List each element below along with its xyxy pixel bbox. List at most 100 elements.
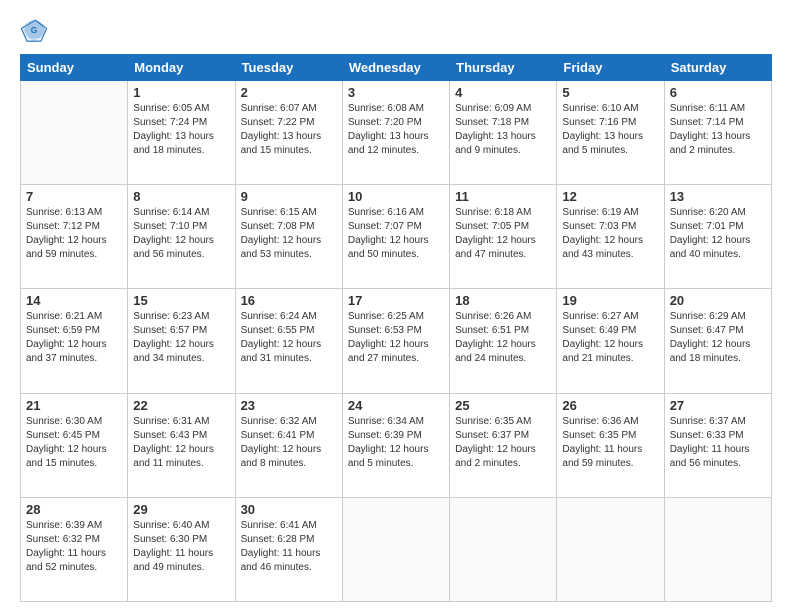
- day-info: Sunrise: 6:25 AMSunset: 6:53 PMDaylight:…: [348, 310, 444, 366]
- day-cell: 3 Sunrise: 6:08 AMSunset: 7:20 PMDaylight…: [342, 81, 449, 185]
- day-number: 17: [348, 293, 444, 308]
- day-cell: 9 Sunrise: 6:15 AMSunset: 7:08 PMDaylight…: [235, 185, 342, 289]
- day-cell: 18 Sunrise: 6:26 AMSunset: 6:51 PMDayligh…: [450, 289, 557, 393]
- day-cell: 17 Sunrise: 6:25 AMSunset: 6:53 PMDayligh…: [342, 289, 449, 393]
- weekday-header-row: SundayMondayTuesdayWednesdayThursdayFrid…: [21, 55, 772, 81]
- day-cell: 20 Sunrise: 6:29 AMSunset: 6:47 PMDayligh…: [664, 289, 771, 393]
- day-info: Sunrise: 6:36 AMSunset: 6:35 PMDaylight:…: [562, 415, 658, 471]
- day-number: 11: [455, 189, 551, 204]
- day-cell: [557, 497, 664, 601]
- day-cell: 5 Sunrise: 6:10 AMSunset: 7:16 PMDaylight…: [557, 81, 664, 185]
- day-cell: [21, 81, 128, 185]
- day-info: Sunrise: 6:10 AMSunset: 7:16 PMDaylight:…: [562, 102, 658, 158]
- header: G: [20, 16, 772, 44]
- day-info: Sunrise: 6:41 AMSunset: 6:28 PMDaylight:…: [241, 519, 337, 575]
- day-number: 23: [241, 398, 337, 413]
- day-info: Sunrise: 6:13 AMSunset: 7:12 PMDaylight:…: [26, 206, 122, 262]
- day-info: Sunrise: 6:11 AMSunset: 7:14 PMDaylight:…: [670, 102, 766, 158]
- day-info: Sunrise: 6:39 AMSunset: 6:32 PMDaylight:…: [26, 519, 122, 575]
- day-cell: 19 Sunrise: 6:27 AMSunset: 6:49 PMDayligh…: [557, 289, 664, 393]
- day-number: 5: [562, 85, 658, 100]
- day-cell: 6 Sunrise: 6:11 AMSunset: 7:14 PMDaylight…: [664, 81, 771, 185]
- calendar-table: SundayMondayTuesdayWednesdayThursdayFrid…: [20, 54, 772, 602]
- day-info: Sunrise: 6:15 AMSunset: 7:08 PMDaylight:…: [241, 206, 337, 262]
- weekday-header-saturday: Saturday: [664, 55, 771, 81]
- day-cell: 2 Sunrise: 6:07 AMSunset: 7:22 PMDaylight…: [235, 81, 342, 185]
- week-row-3: 21Sunrise: 6:30 AMSunset: 6:45 PMDayligh…: [21, 393, 772, 497]
- day-cell: 16Sunrise: 6:24 AMSunset: 6:55 PMDayligh…: [235, 289, 342, 393]
- day-info: Sunrise: 6:40 AMSunset: 6:30 PMDaylight:…: [133, 519, 229, 575]
- week-row-2: 14Sunrise: 6:21 AMSunset: 6:59 PMDayligh…: [21, 289, 772, 393]
- day-number: 27: [670, 398, 766, 413]
- day-info: Sunrise: 6:31 AMSunset: 6:43 PMDaylight:…: [133, 415, 229, 471]
- day-number: 9: [241, 189, 337, 204]
- day-info: Sunrise: 6:27 AMSunset: 6:49 PMDaylight:…: [562, 310, 658, 366]
- weekday-header-thursday: Thursday: [450, 55, 557, 81]
- weekday-header-friday: Friday: [557, 55, 664, 81]
- day-number: 21: [26, 398, 122, 413]
- day-info: Sunrise: 6:29 AMSunset: 6:47 PMDaylight:…: [670, 310, 766, 366]
- day-cell: 30 Sunrise: 6:41 AMSunset: 6:28 PMDayligh…: [235, 497, 342, 601]
- day-info: Sunrise: 6:05 AMSunset: 7:24 PMDaylight:…: [133, 102, 229, 158]
- day-info: Sunrise: 6:09 AMSunset: 7:18 PMDaylight:…: [455, 102, 551, 158]
- week-row-0: 1 Sunrise: 6:05 AMSunset: 7:24 PMDaylight…: [21, 81, 772, 185]
- day-cell: [450, 497, 557, 601]
- day-number: 20: [670, 293, 766, 308]
- day-info: Sunrise: 6:14 AMSunset: 7:10 PMDaylight:…: [133, 206, 229, 262]
- day-number: 28: [26, 502, 122, 517]
- day-cell: 12 Sunrise: 6:19 AMSunset: 7:03 PMDayligh…: [557, 185, 664, 289]
- weekday-header-sunday: Sunday: [21, 55, 128, 81]
- week-row-4: 28 Sunrise: 6:39 AMSunset: 6:32 PMDayligh…: [21, 497, 772, 601]
- logo: G: [20, 16, 52, 44]
- day-number: 12: [562, 189, 658, 204]
- page: G SundayMondayTuesdayWednesdayThursdayFr…: [0, 0, 792, 612]
- weekday-header-wednesday: Wednesday: [342, 55, 449, 81]
- day-number: 8: [133, 189, 229, 204]
- day-number: 19: [562, 293, 658, 308]
- day-cell: 24 Sunrise: 6:34 AMSunset: 6:39 PMDayligh…: [342, 393, 449, 497]
- day-number: 6: [670, 85, 766, 100]
- day-cell: 25 Sunrise: 6:35 AMSunset: 6:37 PMDayligh…: [450, 393, 557, 497]
- day-info: Sunrise: 6:34 AMSunset: 6:39 PMDaylight:…: [348, 415, 444, 471]
- day-info: Sunrise: 6:32 AMSunset: 6:41 PMDaylight:…: [241, 415, 337, 471]
- day-number: 15: [133, 293, 229, 308]
- day-info: Sunrise: 6:35 AMSunset: 6:37 PMDaylight:…: [455, 415, 551, 471]
- day-number: 4: [455, 85, 551, 100]
- day-cell: 23 Sunrise: 6:32 AMSunset: 6:41 PMDayligh…: [235, 393, 342, 497]
- day-info: Sunrise: 6:19 AMSunset: 7:03 PMDaylight:…: [562, 206, 658, 262]
- day-number: 16: [241, 293, 337, 308]
- day-cell: [342, 497, 449, 601]
- day-number: 18: [455, 293, 551, 308]
- logo-icon: G: [20, 16, 48, 44]
- day-cell: 26 Sunrise: 6:36 AMSunset: 6:35 PMDayligh…: [557, 393, 664, 497]
- weekday-header-monday: Monday: [128, 55, 235, 81]
- day-cell: 15 Sunrise: 6:23 AMSunset: 6:57 PMDayligh…: [128, 289, 235, 393]
- day-cell: 28 Sunrise: 6:39 AMSunset: 6:32 PMDayligh…: [21, 497, 128, 601]
- day-info: Sunrise: 6:37 AMSunset: 6:33 PMDaylight:…: [670, 415, 766, 471]
- day-number: 2: [241, 85, 337, 100]
- day-info: Sunrise: 6:16 AMSunset: 7:07 PMDaylight:…: [348, 206, 444, 262]
- day-info: Sunrise: 6:26 AMSunset: 6:51 PMDaylight:…: [455, 310, 551, 366]
- day-number: 24: [348, 398, 444, 413]
- day-cell: 1 Sunrise: 6:05 AMSunset: 7:24 PMDaylight…: [128, 81, 235, 185]
- weekday-header-tuesday: Tuesday: [235, 55, 342, 81]
- day-number: 14: [26, 293, 122, 308]
- day-info: Sunrise: 6:07 AMSunset: 7:22 PMDaylight:…: [241, 102, 337, 158]
- day-number: 1: [133, 85, 229, 100]
- svg-text:G: G: [31, 25, 38, 35]
- day-number: 7: [26, 189, 122, 204]
- day-number: 3: [348, 85, 444, 100]
- day-cell: 11Sunrise: 6:18 AMSunset: 7:05 PMDayligh…: [450, 185, 557, 289]
- day-cell: [664, 497, 771, 601]
- week-row-1: 7 Sunrise: 6:13 AMSunset: 7:12 PMDaylight…: [21, 185, 772, 289]
- day-number: 25: [455, 398, 551, 413]
- day-cell: 10Sunrise: 6:16 AMSunset: 7:07 PMDayligh…: [342, 185, 449, 289]
- day-cell: 4 Sunrise: 6:09 AMSunset: 7:18 PMDaylight…: [450, 81, 557, 185]
- day-info: Sunrise: 6:23 AMSunset: 6:57 PMDaylight:…: [133, 310, 229, 366]
- day-cell: 8 Sunrise: 6:14 AMSunset: 7:10 PMDaylight…: [128, 185, 235, 289]
- day-cell: 13Sunrise: 6:20 AMSunset: 7:01 PMDayligh…: [664, 185, 771, 289]
- day-number: 26: [562, 398, 658, 413]
- day-number: 30: [241, 502, 337, 517]
- day-number: 13: [670, 189, 766, 204]
- day-info: Sunrise: 6:08 AMSunset: 7:20 PMDaylight:…: [348, 102, 444, 158]
